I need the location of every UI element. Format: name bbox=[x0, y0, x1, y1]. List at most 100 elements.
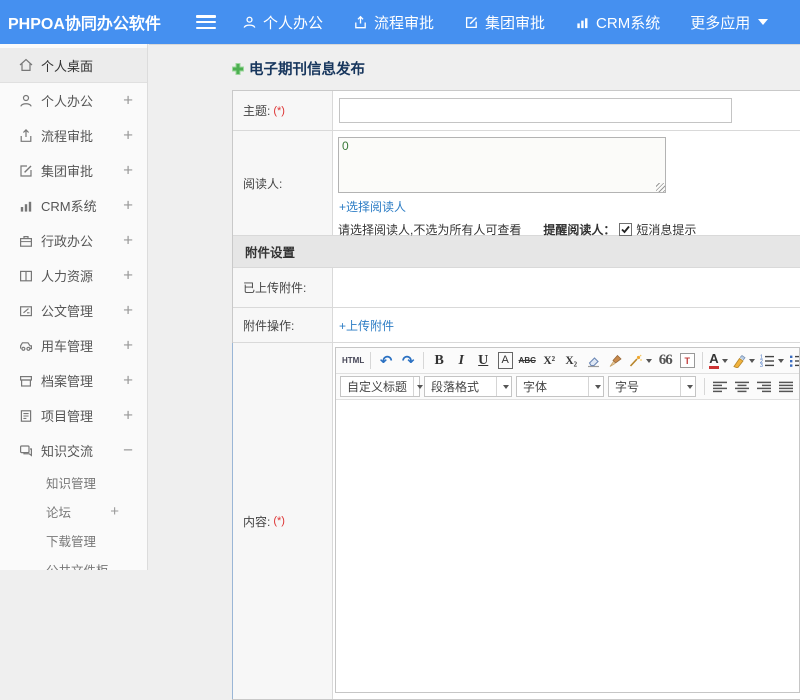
editor-toolbar-row2: 自定义标题 段落格式 字体 字号 bbox=[336, 374, 799, 400]
expand-toggle[interactable]: + bbox=[123, 230, 133, 250]
magic-wand-icon[interactable] bbox=[626, 350, 654, 372]
align-right-icon[interactable] bbox=[753, 376, 775, 398]
layers-chat-icon bbox=[18, 443, 35, 459]
expand-toggle[interactable]: + bbox=[123, 125, 133, 145]
nav-item-personal-office[interactable]: 个人办公 bbox=[242, 12, 323, 33]
align-center-icon[interactable] bbox=[731, 376, 753, 398]
editor-content-area[interactable] bbox=[336, 400, 799, 692]
expand-toggle[interactable]: + bbox=[123, 405, 133, 425]
car-icon bbox=[18, 338, 35, 354]
top-bar: PHPOA协同办公软件 个人办公 流程审批 集团审批 CRM系统 更多应用 bbox=[0, 0, 800, 44]
blockquote-button[interactable]: 66 bbox=[654, 350, 676, 372]
dropdown-caret-icon bbox=[777, 358, 784, 363]
nav-item-group-approval[interactable]: 集团审批 bbox=[464, 12, 545, 33]
sidebar-item-label: 档案管理 bbox=[41, 374, 94, 389]
font-size-select[interactable]: 字号 bbox=[608, 376, 696, 397]
expand-toggle[interactable]: + bbox=[123, 90, 133, 110]
ordered-list-icon[interactable]: 123 bbox=[757, 350, 786, 372]
undo-button[interactable]: ↶ bbox=[375, 350, 397, 372]
sidebar-item-document-mgmt[interactable]: 公文管理 + bbox=[0, 293, 147, 328]
subscript-button[interactable]: X₂ bbox=[560, 350, 582, 372]
subject-input[interactable] bbox=[339, 98, 732, 123]
format-brush-icon[interactable] bbox=[604, 350, 626, 372]
book-icon bbox=[18, 268, 35, 284]
expand-toggle[interactable]: + bbox=[123, 300, 133, 320]
nav-item-workflow-approval[interactable]: 流程审批 bbox=[353, 12, 434, 33]
sidebar-item-label: 知识交流 bbox=[41, 444, 94, 459]
unordered-list-icon[interactable] bbox=[786, 350, 799, 372]
font-frame-button[interactable]: A bbox=[497, 352, 513, 369]
sidebar-subitem-forum[interactable]: 论坛 + bbox=[0, 497, 147, 526]
attachment-section-row: 附件设置 bbox=[233, 236, 800, 268]
home-icon bbox=[18, 57, 35, 73]
sidebar: 个人桌面 个人办公 + 流程审批 + 集团审批 + CRM系统 + 行政办公 +… bbox=[0, 44, 148, 570]
readers-textarea[interactable]: 0 bbox=[338, 137, 666, 193]
align-justify-icon[interactable] bbox=[775, 376, 797, 398]
link-icon[interactable] bbox=[797, 376, 799, 398]
readers-row: 阅读人: 0 +选择阅读人 请选择阅读人,不选为所有人可查看 提醒阅读人： 短消… bbox=[233, 131, 800, 237]
sidebar-subitem-knowledge-mgmt[interactable]: 知识管理 bbox=[0, 468, 147, 497]
select-readers-link[interactable]: +选择阅读人 bbox=[339, 198, 406, 215]
briefcase-icon bbox=[18, 233, 35, 249]
paragraph-format-select[interactable]: 段落格式 bbox=[424, 376, 512, 397]
redo-button[interactable]: ↷ bbox=[397, 350, 419, 372]
dropdown-caret-icon bbox=[594, 384, 601, 389]
bold-button[interactable]: B bbox=[428, 350, 450, 372]
sidebar-item-workflow-approval[interactable]: 流程审批 + bbox=[0, 118, 147, 153]
sidebar-item-archive-mgmt[interactable]: 档案管理 + bbox=[0, 363, 147, 398]
align-left-icon[interactable] bbox=[709, 376, 731, 398]
expand-toggle[interactable]: + bbox=[123, 335, 133, 355]
font-family-select[interactable]: 字体 bbox=[516, 376, 604, 397]
sidebar-item-group-approval[interactable]: 集团审批 + bbox=[0, 153, 147, 188]
top-nav: 个人办公 流程审批 集团审批 CRM系统 更多应用 bbox=[242, 12, 769, 33]
sidebar-item-admin-office[interactable]: 行政办公 + bbox=[0, 223, 147, 258]
expand-toggle[interactable]: + bbox=[123, 370, 133, 390]
dropdown-caret-icon bbox=[502, 384, 509, 389]
dropdown-caret-icon bbox=[721, 358, 728, 363]
sidebar-subitem-public-cabinet[interactable]: 公共文件柜 bbox=[0, 555, 147, 570]
heading-style-select[interactable]: 自定义标题 bbox=[340, 376, 424, 397]
sidebar-item-label: CRM系统 bbox=[41, 199, 97, 214]
collapse-toggle[interactable]: − bbox=[123, 440, 133, 460]
sidebar-item-hr[interactable]: 人力资源 + bbox=[0, 258, 147, 293]
highlight-pen-icon[interactable] bbox=[730, 350, 757, 372]
expand-toggle[interactable]: + bbox=[123, 160, 133, 180]
dropdown-caret-icon bbox=[646, 358, 653, 363]
plus-green-icon bbox=[231, 62, 245, 76]
sidebar-item-label: 用车管理 bbox=[41, 339, 94, 354]
template-button[interactable]: T bbox=[679, 353, 695, 368]
content-label: 内容: bbox=[243, 514, 271, 529]
sidebar-item-knowledge-exchange[interactable]: 知识交流 − bbox=[0, 433, 147, 468]
sidebar-item-label: 个人桌面 bbox=[41, 58, 94, 74]
sidebar-subitem-download-mgmt[interactable]: 下载管理 bbox=[0, 526, 147, 555]
sidebar-item-project-mgmt[interactable]: 项目管理 + bbox=[0, 398, 147, 433]
uploaded-attachments-row: 已上传附件: bbox=[233, 268, 800, 308]
readers-label: 阅读人: bbox=[243, 176, 283, 191]
sidebar-item-vehicle-mgmt[interactable]: 用车管理 + bbox=[0, 328, 147, 363]
app-logo: PHPOA协同办公软件 bbox=[8, 16, 161, 33]
sms-checkbox[interactable] bbox=[619, 223, 633, 236]
html-source-button[interactable]: HTML bbox=[340, 350, 366, 372]
hamburger-menu-icon[interactable] bbox=[196, 15, 216, 29]
nav-item-more-apps[interactable]: 更多应用 bbox=[690, 12, 769, 33]
italic-button[interactable]: I bbox=[450, 350, 472, 372]
sidebar-item-personal-office[interactable]: 个人办公 + bbox=[0, 83, 147, 118]
superscript-button[interactable]: X² bbox=[538, 350, 560, 372]
dropdown-caret-icon bbox=[686, 384, 693, 389]
resize-handle[interactable] bbox=[656, 183, 665, 192]
expand-toggle[interactable]: + bbox=[110, 502, 119, 519]
upload-attachment-link[interactable]: +上传附件 bbox=[339, 317, 394, 334]
sidebar-item-personal-desktop[interactable]: 个人桌面 bbox=[0, 48, 147, 83]
sidebar-item-crm[interactable]: CRM系统 + bbox=[0, 188, 147, 223]
expand-toggle[interactable]: + bbox=[123, 195, 133, 215]
strikethrough-button[interactable]: ABC bbox=[516, 350, 538, 372]
chevron-down-icon bbox=[758, 19, 769, 25]
sidebar-item-label: 集团审批 bbox=[41, 164, 94, 179]
nav-item-crm[interactable]: CRM系统 bbox=[575, 12, 660, 33]
sidebar-item-label: 公文管理 bbox=[41, 304, 94, 319]
font-color-button[interactable]: A bbox=[707, 350, 729, 372]
eraser-icon[interactable] bbox=[582, 350, 604, 372]
underline-button[interactable]: U bbox=[472, 350, 494, 372]
expand-toggle[interactable]: + bbox=[123, 265, 133, 285]
attachment-op-row: 附件操作: +上传附件 bbox=[233, 308, 800, 343]
